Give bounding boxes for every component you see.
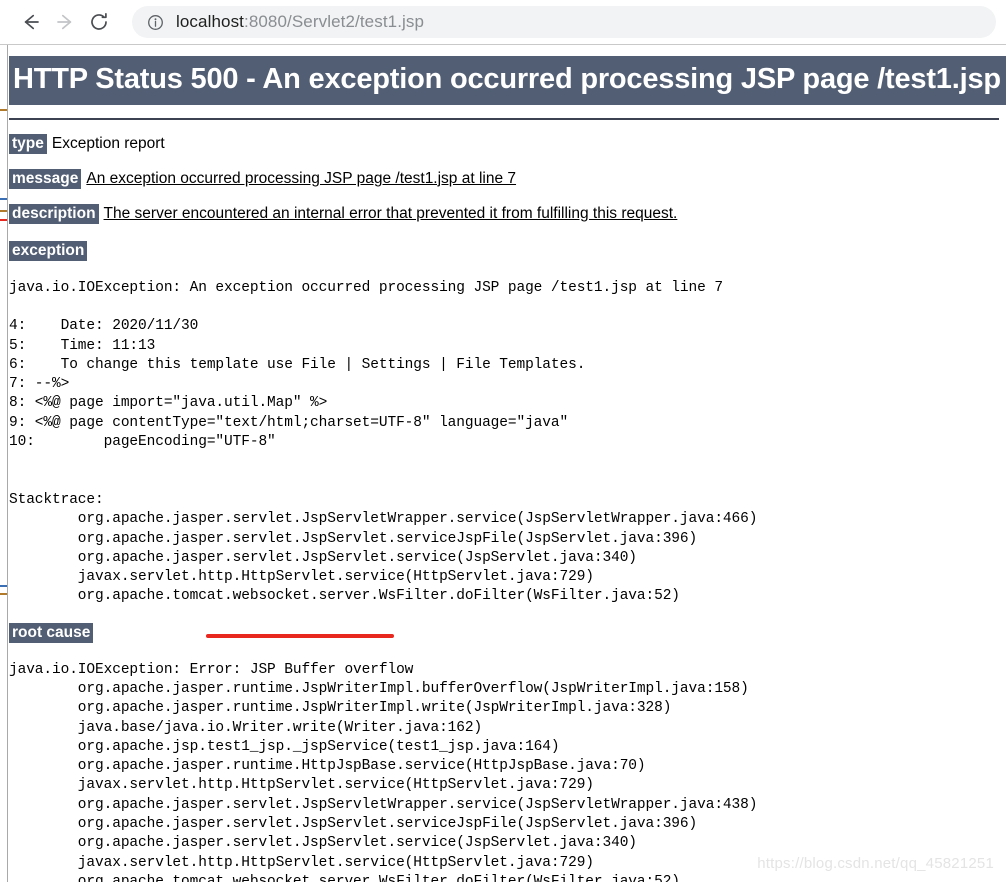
- scroll-marker: [0, 585, 7, 587]
- type-value: Exception report: [51, 135, 165, 152]
- back-arrow-icon: [20, 11, 42, 33]
- page-title: HTTP Status 500 - An exception occurred …: [9, 56, 1006, 105]
- description-value: The server encountered an internal error…: [103, 204, 678, 222]
- description-label: description: [9, 203, 99, 224]
- type-row: type Exception report: [9, 134, 1006, 155]
- description-row: description The server encountered an int…: [9, 203, 1006, 225]
- reload-button[interactable]: [82, 5, 116, 39]
- site-info-icon[interactable]: [146, 13, 164, 31]
- left-frame-strip[interactable]: [0, 45, 8, 882]
- root-cause-label: root cause: [9, 622, 94, 643]
- root-cause-row: root cause: [9, 622, 1006, 644]
- url-host: localhost: [176, 12, 244, 31]
- type-label: type: [9, 134, 47, 154]
- watermark-text: https://blog.csdn.net/qq_45821251: [757, 855, 994, 872]
- exception-row: exception: [9, 240, 1006, 262]
- back-button[interactable]: [14, 5, 48, 39]
- red-annotation-underline: [206, 634, 394, 638]
- scroll-marker: [0, 109, 7, 111]
- forward-arrow-icon: [54, 11, 76, 33]
- exception-label: exception: [9, 240, 88, 261]
- scroll-marker: [0, 219, 7, 221]
- header-divider: [9, 118, 999, 120]
- page-viewport: HTTP Status 500 - An exception occurred …: [0, 45, 1006, 882]
- address-bar[interactable]: localhost:8080/Servlet2/test1.jsp: [132, 6, 996, 38]
- error-page-content: HTTP Status 500 - An exception occurred …: [9, 45, 1006, 882]
- url-text: localhost:8080/Servlet2/test1.jsp: [176, 12, 424, 32]
- message-value: An exception occurred processing JSP pag…: [86, 169, 517, 187]
- root-cause-stacktrace: java.io.IOException: Error: JSP Buffer o…: [9, 661, 758, 882]
- forward-button[interactable]: [48, 5, 82, 39]
- reload-icon: [88, 11, 110, 33]
- scroll-marker: [0, 210, 7, 212]
- url-path: :8080/Servlet2/test1.jsp: [244, 12, 425, 31]
- scroll-marker: [0, 593, 7, 595]
- message-row: message An exception occurred processing …: [9, 168, 1006, 190]
- message-label: message: [9, 168, 82, 189]
- browser-toolbar: localhost:8080/Servlet2/test1.jsp: [0, 0, 1006, 45]
- scroll-marker: [0, 198, 7, 200]
- exception-stacktrace: java.io.IOException: An exception occurr…: [9, 279, 758, 605]
